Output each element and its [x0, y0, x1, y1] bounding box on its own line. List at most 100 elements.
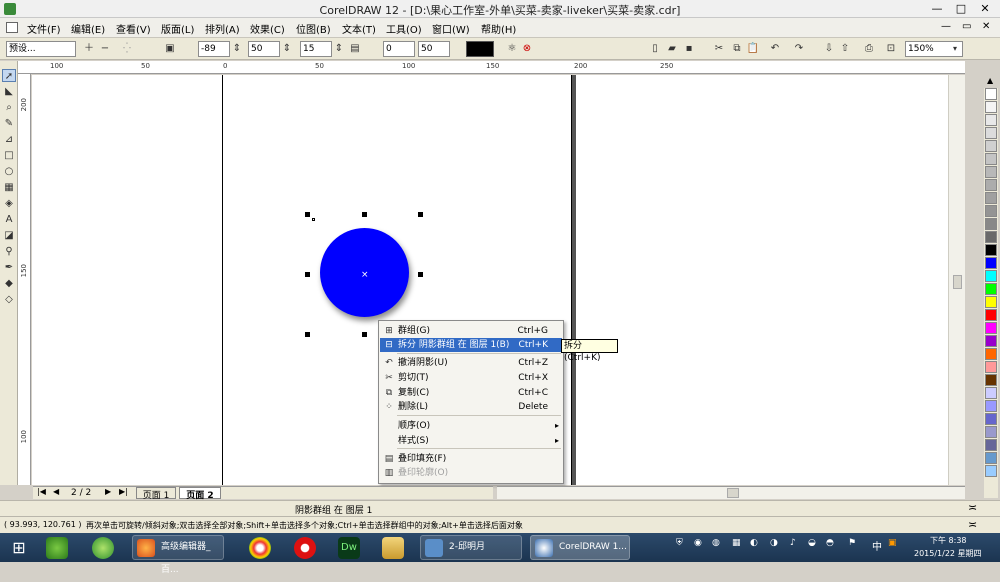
context-menu-item[interactable]: ⊟ 拆分 阴影群组 在 图层 1(B) Ctrl+K — [380, 338, 562, 352]
menu-arrange[interactable]: 排列(A) — [205, 21, 240, 36]
folder-icon[interactable] — [382, 537, 404, 559]
color-swatch[interactable] — [985, 439, 997, 451]
ellipse-tool-icon[interactable]: ○ — [2, 165, 16, 178]
color-swatch[interactable] — [985, 322, 997, 334]
selection-handle[interactable] — [362, 212, 367, 217]
vertical-scrollbar[interactable] — [948, 75, 965, 485]
color-swatch[interactable] — [985, 257, 997, 269]
security-icon[interactable]: ◉ — [694, 538, 702, 548]
doc-restore-button[interactable]: ▭ — [962, 21, 971, 32]
color-swatch[interactable] — [985, 127, 997, 139]
color-swatch[interactable] — [985, 465, 997, 477]
menu-help[interactable]: 帮助(H) — [481, 21, 516, 36]
color-swatch[interactable] — [985, 309, 997, 321]
document-icon[interactable] — [6, 22, 18, 33]
doc-minimize-button[interactable]: — — [941, 21, 951, 32]
menu-bitmaps[interactable]: 位图(B) — [296, 21, 331, 36]
cut-icon[interactable]: ✂ — [712, 42, 726, 56]
scroll-thumb[interactable] — [727, 488, 739, 498]
color-swatch[interactable] — [985, 361, 997, 373]
rectangle-tool-icon[interactable]: □ — [2, 149, 16, 162]
tray-app-icon[interactable]: ◍ — [712, 538, 720, 548]
open-icon[interactable]: ▰ — [665, 42, 679, 56]
redo-icon[interactable]: ↷ — [792, 42, 806, 56]
horizontal-scrollbar[interactable] — [497, 486, 965, 499]
menu-effects[interactable]: 效果(C) — [250, 21, 285, 36]
color-swatch[interactable] — [985, 140, 997, 152]
copy-icon[interactable]: ⧉ — [730, 42, 744, 56]
freehand-tool-icon[interactable]: ✎ — [2, 117, 16, 130]
color-swatch[interactable] — [985, 114, 997, 126]
context-menu-item[interactable]: ▥ 叠印轮廓(O) — [380, 466, 562, 480]
offset-x-field[interactable]: -89 — [198, 41, 230, 57]
speaker-icon[interactable]: ♪ — [790, 538, 796, 548]
offset-y-field[interactable]: 50 — [248, 41, 280, 57]
color-swatch[interactable] — [985, 426, 997, 438]
pick-tool-icon[interactable]: ➚ — [2, 69, 16, 82]
task-chat[interactable]: 2-邱明月 — [420, 535, 522, 560]
context-menu-item[interactable]: ↶ 撤消阴影(U) Ctrl+Z — [380, 356, 562, 370]
print-icon[interactable]: ⎙ — [862, 42, 876, 56]
context-menu-item[interactable]: ✂ 剪切(T) Ctrl+X — [380, 371, 562, 385]
maximize-button[interactable]: □ — [952, 2, 970, 15]
basic-shapes-icon[interactable]: ◈ — [2, 197, 16, 210]
color-swatch[interactable] — [985, 244, 997, 256]
add-preset-icon[interactable]: ＋ — [82, 42, 96, 56]
start-button[interactable]: ⊞ — [8, 537, 30, 559]
interactive-fill-icon[interactable]: ◇ — [2, 293, 16, 306]
tray-app-icon[interactable]: ◑ — [770, 538, 778, 548]
feather-field[interactable]: 15 — [300, 41, 332, 57]
collapse-icon[interactable]: ≍ — [968, 518, 977, 531]
color-swatch[interactable] — [985, 374, 997, 386]
import-icon[interactable]: ⇩ — [822, 42, 836, 56]
context-menu-item[interactable]: ⁘ 删除(L) Delete — [380, 400, 562, 414]
ime-icon[interactable]: ▣ — [888, 538, 897, 548]
tab-page-1[interactable]: 页面 1 — [136, 487, 176, 501]
color-swatch[interactable] — [985, 192, 997, 204]
network-icon[interactable]: ▦ — [732, 538, 741, 548]
menu-edit[interactable]: 编辑(E) — [71, 21, 105, 36]
menu-tools[interactable]: 工具(O) — [386, 21, 422, 36]
color-swatch[interactable] — [985, 413, 997, 425]
selection-handle[interactable] — [305, 332, 310, 337]
color-swatch[interactable] — [985, 283, 997, 295]
task-firefox[interactable]: 高级编辑器_百... — [132, 535, 224, 575]
angle-field[interactable]: 0 — [383, 41, 415, 57]
color-swatch[interactable] — [985, 205, 997, 217]
flag-icon[interactable]: ⚑ — [848, 538, 856, 548]
tab-page-2[interactable]: 页面 2 — [179, 487, 221, 501]
tray-app-icon[interactable]: ◐ — [750, 538, 758, 548]
palette-scroll-up-icon[interactable]: ▲ — [987, 76, 993, 85]
selection-handle[interactable] — [305, 212, 310, 217]
smart-fill-icon[interactable]: ⊿ — [2, 133, 16, 146]
dreamweaver-icon[interactable]: Dw — [338, 537, 360, 559]
horizontal-ruler[interactable]: 100 50 0 50 100 150 200 250 — [18, 61, 965, 74]
color-swatch[interactable] — [985, 88, 997, 100]
context-menu-item[interactable]: ⧉ 复制(C) Ctrl+C — [380, 386, 562, 400]
close-button[interactable]: ✕ — [976, 2, 994, 15]
interactive-tool-icon[interactable]: ◪ — [2, 229, 16, 242]
next-page-icon[interactable]: ▶ — [105, 487, 111, 496]
app-refresh-icon[interactable] — [92, 537, 114, 559]
first-page-icon[interactable]: |◀ — [37, 487, 46, 496]
collapse-icon[interactable]: ≍ — [968, 501, 977, 514]
color-swatch[interactable] — [985, 400, 997, 412]
color-swatch[interactable] — [985, 348, 997, 360]
context-menu-item[interactable]: 顺序(O) ▸ — [380, 419, 562, 433]
color-swatch[interactable] — [985, 387, 997, 399]
color-swatch[interactable] — [985, 101, 997, 113]
color-swatch[interactable] — [985, 166, 997, 178]
shadow-start-handle[interactable] — [312, 218, 315, 221]
scroll-thumb[interactable] — [953, 275, 962, 289]
clock-time[interactable]: 下午 8:38 — [930, 535, 967, 546]
shadow-direction-icon[interactable]: ▤ — [348, 42, 362, 56]
clock-date[interactable]: 2015/1/22 星期四 — [914, 548, 982, 559]
color-swatch[interactable] — [985, 231, 997, 243]
selection-handle[interactable] — [418, 212, 423, 217]
menu-text[interactable]: 文本(T) — [342, 21, 376, 36]
doc-close-button[interactable]: ✕ — [982, 21, 990, 32]
task-coreldraw[interactable]: CorelDRAW 1... — [530, 535, 630, 560]
clear-shadow-icon[interactable]: ⊗ — [520, 42, 534, 56]
color-swatch[interactable] — [985, 153, 997, 165]
undo-icon[interactable]: ↶ — [768, 42, 782, 56]
